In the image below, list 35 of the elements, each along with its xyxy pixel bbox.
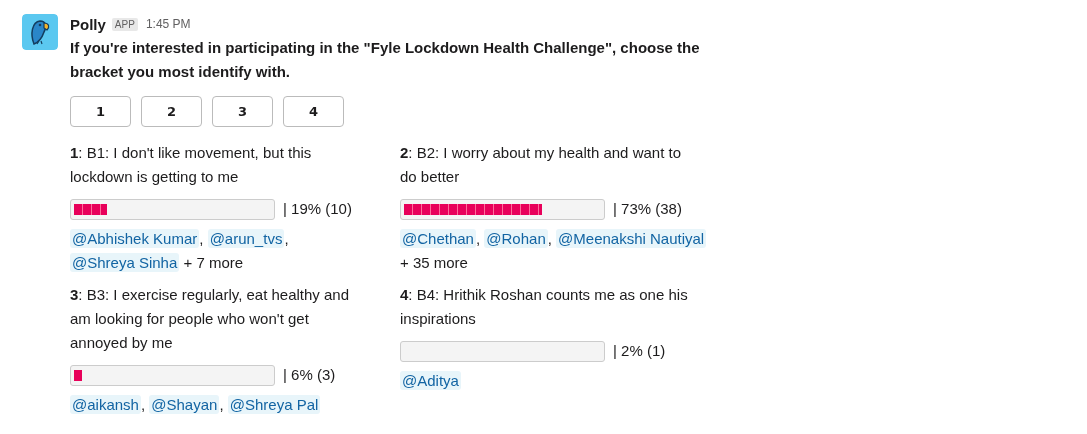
message-text: If you're interested in participating in the "Fyle Lockdown Health Challenge", choose the bracket you most identify with. bbox=[70, 38, 701, 82]
user-mention[interactable]: @Shayan bbox=[149, 395, 220, 414]
comma-text: , bbox=[140, 396, 146, 413]
vote-result: | 6% (3) bbox=[283, 365, 336, 385]
comma-text: , bbox=[219, 396, 224, 413]
user-mention[interactable]: @Shreya Pal bbox=[227, 395, 321, 414]
vote-button[interactable]: 2 bbox=[141, 96, 202, 127]
more-count: + 35 more bbox=[400, 254, 468, 271]
vote-button[interactable]: 4 bbox=[283, 96, 344, 127]
comma-text: , bbox=[547, 230, 552, 247]
timestamp[interactable]: 1:45 PM bbox=[145, 17, 191, 31]
comma-text: , bbox=[475, 230, 481, 247]
option-text: 1: B1: I don't like movement, but this lockdown is getting to me bbox=[70, 143, 313, 187]
vote-result: | 19% (10) bbox=[283, 199, 352, 219]
option-text: 2: B2: I worry about my health and want to do better bbox=[400, 143, 682, 187]
more-count: + 7 more bbox=[183, 254, 244, 271]
vote-button[interactable]: 3 bbox=[212, 96, 273, 127]
comma-text: , bbox=[284, 230, 289, 247]
vote-result: | 2% (1) bbox=[613, 341, 666, 361]
user-mention[interactable]: @Rohan bbox=[484, 229, 548, 248]
option-text: 4: B4: Hrithik Roshan counts me as one his inspirations bbox=[400, 285, 689, 329]
user-mention[interactable]: @Shreya Sinha bbox=[70, 253, 180, 272]
parrot-avatar-icon bbox=[22, 14, 58, 50]
user-mention[interactable]: @Abhishek Kumar bbox=[70, 229, 200, 248]
user-mention[interactable]: @aikansh bbox=[70, 395, 141, 414]
comma-text: , bbox=[199, 230, 204, 247]
vote-button[interactable]: 1 bbox=[70, 96, 131, 127]
user-mention[interactable]: @Chethan bbox=[400, 229, 476, 248]
user-mention[interactable]: @arun_tvs bbox=[207, 229, 285, 248]
user-mention[interactable]: @Aditya bbox=[400, 371, 461, 390]
option-text: 3: B3: I exercise regularly, eat healthy and am looking for people who won't get annoyed by me bbox=[70, 285, 351, 353]
app-badge: APP bbox=[111, 17, 138, 31]
sender-name[interactable]: Polly bbox=[70, 15, 106, 33]
vote-result: | 73% (38) bbox=[613, 199, 682, 219]
user-mention[interactable]: @Meenakshi Nautiyal bbox=[556, 229, 707, 248]
